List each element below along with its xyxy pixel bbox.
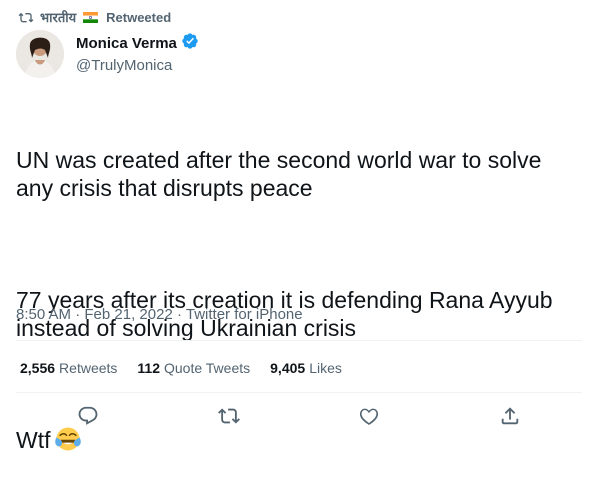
retweeter-name[interactable]: भारतीय <box>40 8 76 26</box>
divider <box>16 392 582 393</box>
tweet-date[interactable]: Feb 21, 2022 <box>84 306 172 323</box>
avatar[interactable] <box>16 30 64 78</box>
tweet-paragraph: UN was created after the second world wa… <box>16 147 548 201</box>
retweet-icon <box>18 10 34 24</box>
retweets-stat[interactable]: 2,556 Retweets <box>20 358 117 378</box>
reply-button[interactable] <box>76 404 100 428</box>
meta-separator: · <box>176 306 186 323</box>
india-flag-icon <box>83 11 99 23</box>
tweet-metadata: 8:50 AM · Feb 21, 2022 · Twitter for iPh… <box>16 305 303 325</box>
share-button[interactable] <box>498 404 522 428</box>
social-context[interactable]: भारतीय Retweeted <box>18 8 171 26</box>
retweet-icon <box>218 408 240 424</box>
tweet-actions <box>0 404 598 430</box>
author-handle[interactable]: @TrulyMonica <box>76 56 199 76</box>
retweet-button[interactable] <box>217 404 241 428</box>
retweeted-label: Retweeted <box>106 9 172 25</box>
tweet-source[interactable]: Twitter for iPhone <box>186 306 303 323</box>
tweet-stats: 2,556 Retweets 112 Quote Tweets 9,405 Likes <box>20 358 342 378</box>
meta-separator: · <box>75 306 85 323</box>
like-button[interactable] <box>357 404 381 428</box>
divider <box>16 340 582 341</box>
reply-icon <box>78 406 98 425</box>
quote-tweets-stat[interactable]: 112 Quote Tweets <box>137 358 250 378</box>
tweet-author[interactable]: Monica Verma @TrulyMonica <box>16 30 199 78</box>
likes-stat[interactable]: 9,405 Likes <box>270 358 342 378</box>
like-icon <box>359 408 379 425</box>
tweet-paragraph: Wtf <box>16 426 582 454</box>
verified-badge-icon <box>181 32 199 56</box>
author-display-name[interactable]: Monica Verma <box>76 34 177 54</box>
share-icon <box>501 407 519 425</box>
tweet-time[interactable]: 8:50 AM <box>16 306 71 323</box>
